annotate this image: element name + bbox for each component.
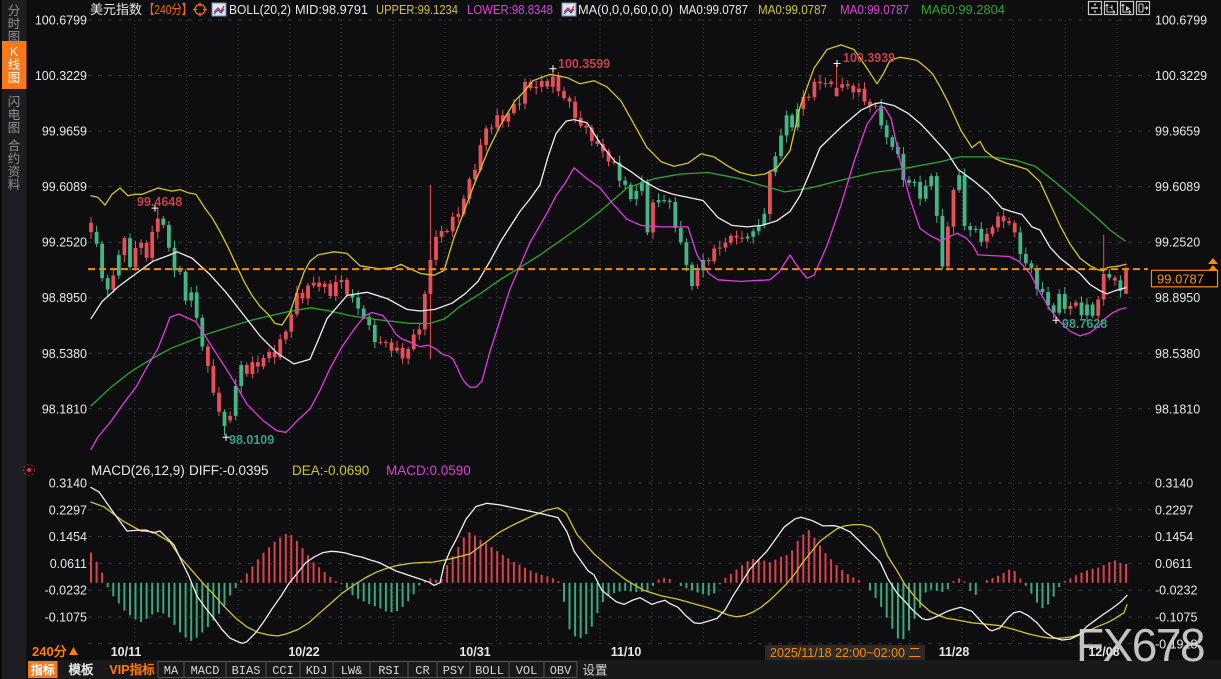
svg-text:11/28: 11/28 bbox=[939, 645, 970, 659]
svg-text:11/10: 11/10 bbox=[611, 645, 642, 659]
svg-text:99.2520: 99.2520 bbox=[1155, 236, 1200, 250]
svg-text:240分: 240分 bbox=[32, 644, 67, 659]
svg-text:99.6089: 99.6089 bbox=[42, 180, 87, 194]
svg-text:99.0787: 99.0787 bbox=[1157, 271, 1204, 286]
svg-text:MACD(26,12,9): MACD(26,12,9) bbox=[91, 463, 185, 478]
svg-text:MACD: MACD bbox=[191, 664, 220, 678]
svg-text:0.0611: 0.0611 bbox=[1155, 557, 1192, 571]
svg-text:98.1810: 98.1810 bbox=[42, 402, 87, 416]
svg-text:VOL: VOL bbox=[516, 664, 538, 678]
svg-text:99.4648: 99.4648 bbox=[137, 195, 182, 209]
svg-text:98.1810: 98.1810 bbox=[1155, 402, 1200, 416]
svg-text:时: 时 bbox=[8, 17, 21, 31]
svg-text:98.5380: 98.5380 bbox=[1155, 347, 1200, 361]
svg-text:0.1454: 0.1454 bbox=[1155, 530, 1193, 544]
svg-text:图: 图 bbox=[8, 121, 21, 135]
svg-text:K: K bbox=[10, 45, 19, 59]
svg-text:MACD:0.0590: MACD:0.0590 bbox=[386, 463, 471, 478]
svg-text:100.3599: 100.3599 bbox=[558, 57, 610, 71]
svg-text:BIAS: BIAS bbox=[232, 664, 261, 678]
svg-text:DIFF:-0.0395: DIFF:-0.0395 bbox=[189, 463, 269, 478]
svg-text:100.6799: 100.6799 bbox=[35, 14, 87, 28]
svg-text:98.5380: 98.5380 bbox=[42, 347, 87, 361]
svg-text:约: 约 bbox=[8, 151, 21, 166]
svg-text:MA(0,0,0,60,0,0): MA(0,0,0,60,0,0) bbox=[578, 2, 673, 17]
svg-text:0.3140: 0.3140 bbox=[49, 477, 87, 491]
svg-text:0.0611: 0.0611 bbox=[50, 557, 87, 571]
svg-text:-0.1075: -0.1075 bbox=[45, 611, 87, 625]
svg-text:98.8950: 98.8950 bbox=[1155, 291, 1200, 305]
svg-text:指标: 指标 bbox=[31, 662, 55, 677]
svg-text:CCI: CCI bbox=[272, 664, 294, 678]
svg-text:料: 料 bbox=[8, 178, 21, 192]
svg-text:电: 电 bbox=[8, 108, 21, 122]
svg-text:MA0:99.0787: MA0:99.0787 bbox=[758, 2, 827, 17]
svg-text:10/31: 10/31 bbox=[459, 645, 490, 659]
svg-text:100.6799: 100.6799 bbox=[1155, 14, 1207, 28]
svg-text:分: 分 bbox=[8, 4, 21, 18]
svg-text:线: 线 bbox=[8, 58, 21, 72]
svg-text:【240分】: 【240分】 bbox=[144, 2, 192, 17]
svg-text:2025/11/18 22:00~02:00 二: 2025/11/18 22:00~02:00 二 bbox=[770, 646, 921, 660]
svg-text:-0.0232: -0.0232 bbox=[45, 584, 87, 598]
svg-text:99.2520: 99.2520 bbox=[42, 236, 87, 250]
svg-text:图: 图 bbox=[8, 30, 21, 44]
svg-text:MA0:99.0787: MA0:99.0787 bbox=[679, 2, 748, 17]
svg-text:BOLL(20,2): BOLL(20,2) bbox=[229, 2, 291, 17]
svg-text:99.9659: 99.9659 bbox=[42, 125, 87, 139]
svg-text:99.6089: 99.6089 bbox=[1155, 180, 1200, 194]
svg-text:10/22: 10/22 bbox=[288, 645, 319, 659]
svg-text:RSI: RSI bbox=[378, 664, 400, 678]
svg-text:MID:98.9791: MID:98.9791 bbox=[295, 2, 368, 17]
svg-text:KDJ: KDJ bbox=[306, 664, 328, 678]
svg-text:98.7628: 98.7628 bbox=[1062, 317, 1107, 331]
svg-text:100.3939: 100.3939 bbox=[843, 51, 895, 65]
svg-text:0.2297: 0.2297 bbox=[49, 503, 87, 517]
svg-text:OBV: OBV bbox=[550, 664, 572, 678]
svg-text:100.3229: 100.3229 bbox=[1155, 69, 1207, 83]
svg-text:DEA:-0.0690: DEA:-0.0690 bbox=[292, 463, 369, 478]
svg-text:模板: 模板 bbox=[68, 662, 94, 677]
svg-text:100.3229: 100.3229 bbox=[35, 69, 87, 83]
svg-text:合: 合 bbox=[8, 138, 21, 153]
svg-text:MA60:99.2804: MA60:99.2804 bbox=[921, 2, 1005, 17]
svg-text:资: 资 bbox=[8, 165, 21, 179]
svg-text:闪: 闪 bbox=[8, 95, 21, 109]
svg-text:FX678: FX678 bbox=[1076, 619, 1204, 671]
svg-text:PSY: PSY bbox=[443, 664, 465, 678]
svg-text:BOLL: BOLL bbox=[475, 664, 504, 678]
svg-text:98.8950: 98.8950 bbox=[42, 291, 87, 305]
svg-text:0.3140: 0.3140 bbox=[1155, 477, 1193, 491]
svg-text:设置: 设置 bbox=[582, 663, 607, 678]
svg-text:LOWER:98.8348: LOWER:98.8348 bbox=[467, 2, 553, 17]
svg-text:98.0109: 98.0109 bbox=[229, 433, 274, 447]
svg-text:CR: CR bbox=[415, 664, 429, 678]
svg-text:10/11: 10/11 bbox=[111, 645, 142, 659]
svg-text:0.2297: 0.2297 bbox=[1155, 503, 1193, 517]
svg-text:0.1454: 0.1454 bbox=[49, 530, 87, 544]
svg-text:99.9659: 99.9659 bbox=[1155, 125, 1200, 139]
svg-text:VIP指标: VIP指标 bbox=[109, 662, 155, 677]
svg-text:-0.0232: -0.0232 bbox=[1155, 584, 1197, 598]
svg-text:图: 图 bbox=[8, 71, 21, 85]
svg-text:美元指数: 美元指数 bbox=[90, 2, 142, 17]
svg-text:MA0:99.0787: MA0:99.0787 bbox=[840, 2, 909, 17]
svg-text:UPPER:99.1234: UPPER:99.1234 bbox=[376, 2, 458, 17]
svg-text:LW&: LW& bbox=[341, 664, 363, 678]
svg-text:MA: MA bbox=[164, 664, 179, 678]
